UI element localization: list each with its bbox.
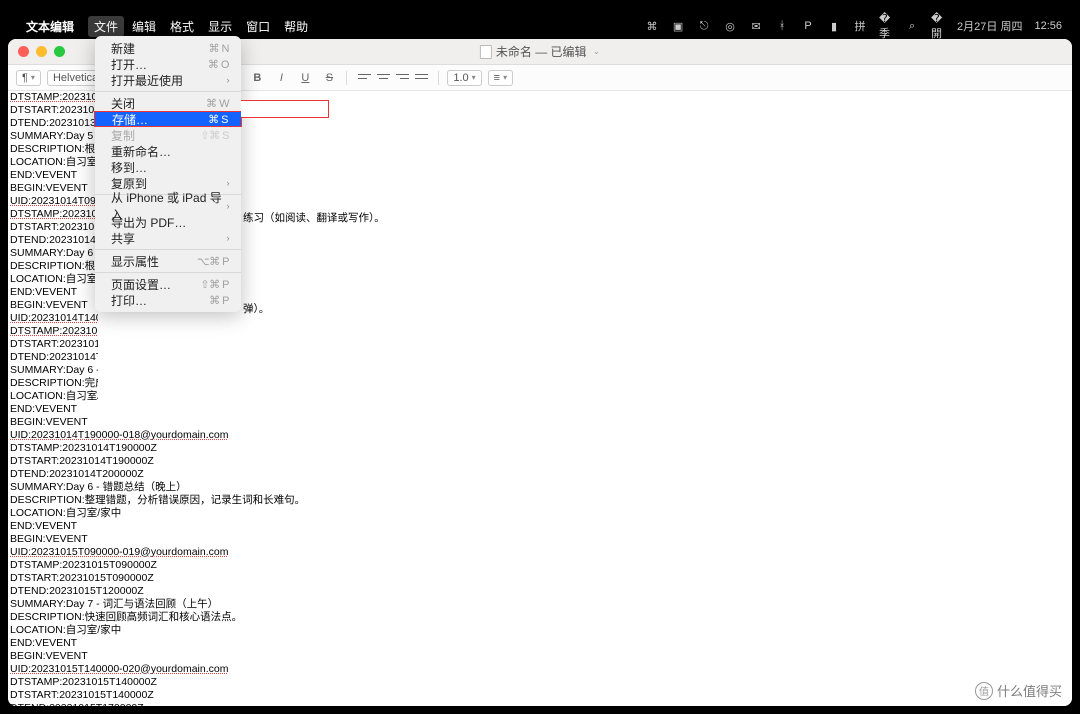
menu-item[interactable]: 重新命名… xyxy=(95,143,241,159)
doc-text-fragment: 弹）。 xyxy=(243,301,269,316)
submenu-arrow-icon: › xyxy=(227,178,230,188)
menu-item[interactable]: 从 iPhone 或 iPad 导入› xyxy=(95,198,241,214)
menu-shortcut: ⇧⌘ P xyxy=(200,278,229,291)
menu-item[interactable]: 共享 › xyxy=(95,230,241,246)
menu-item[interactable]: 页面设置… ⇧⌘ P xyxy=(95,276,241,292)
menu-item-label: 新建 xyxy=(111,40,135,57)
menu-item[interactable]: 新建 ⌘ N xyxy=(95,40,241,56)
menu-item-label: 移到… xyxy=(111,159,147,176)
menu-shortcut: ⌘ N xyxy=(209,42,230,55)
submenu-arrow-icon: › xyxy=(227,233,230,243)
menu-item[interactable]: 打开… ⌘ O xyxy=(95,56,241,72)
menu-item-label: 重新命名… xyxy=(111,143,171,160)
menu-item-label: 打开最近使用 xyxy=(111,72,183,89)
menu-item-label: 打印… xyxy=(111,292,147,309)
menu-item[interactable]: 显示属性 ⌥⌘ P xyxy=(95,253,241,269)
file-menu-dropdown: 新建 ⌘ N 打开… ⌘ O 打开最近使用 › 关闭 ⌘ W 存储… ⌘ S 复制 ⇧⌘ S 重新命名…… xyxy=(95,36,241,312)
menu-item-label: 复制 xyxy=(111,127,135,144)
menu-separator xyxy=(95,272,241,273)
menu-shortcut: ⌥⌘ P xyxy=(197,255,229,268)
watermark-logo-icon: 值 xyxy=(975,682,993,700)
menu-item-label: 显示属性 xyxy=(111,253,159,270)
menu-shortcut: ⇧⌘ S xyxy=(200,129,229,142)
menu-item-label: 导出为 PDF… xyxy=(111,214,186,231)
doc-text-fragment: 练习（如阅读、翻译或写作）。 xyxy=(243,210,385,225)
menu-item[interactable]: 打印… ⌘ P xyxy=(95,292,241,308)
menu-item-label: 共享 xyxy=(111,230,135,247)
menu-item[interactable]: 移到… xyxy=(95,159,241,175)
submenu-arrow-icon: › xyxy=(227,75,230,85)
menu-shortcut: ⌘ P xyxy=(209,294,229,307)
menu-shortcut: ⌘ O xyxy=(208,58,229,71)
menu-shortcut: ⌘ W xyxy=(206,97,229,110)
menu-item[interactable]: 关闭 ⌘ W xyxy=(95,95,241,111)
menu-item-label: 关闭 xyxy=(111,95,135,112)
menu-separator xyxy=(95,249,241,250)
menu-item[interactable]: 打开最近使用 › xyxy=(95,72,241,88)
menu-shortcut: ⌘ S xyxy=(208,113,228,126)
submenu-arrow-icon: › xyxy=(227,201,230,211)
menu-item-label: 存储… xyxy=(112,111,148,128)
menu-separator xyxy=(95,91,241,92)
menu-item: 复制 ⇧⌘ S xyxy=(95,127,241,143)
menu-item-label: 页面设置… xyxy=(111,276,171,293)
watermark-text: 什么值得买 xyxy=(997,681,1062,700)
highlight-extension xyxy=(241,100,329,118)
menu-item-label: 打开… xyxy=(111,56,147,73)
menu-item[interactable]: 存储… ⌘ S xyxy=(94,111,242,127)
watermark: 值 什么值得买 xyxy=(975,681,1062,700)
